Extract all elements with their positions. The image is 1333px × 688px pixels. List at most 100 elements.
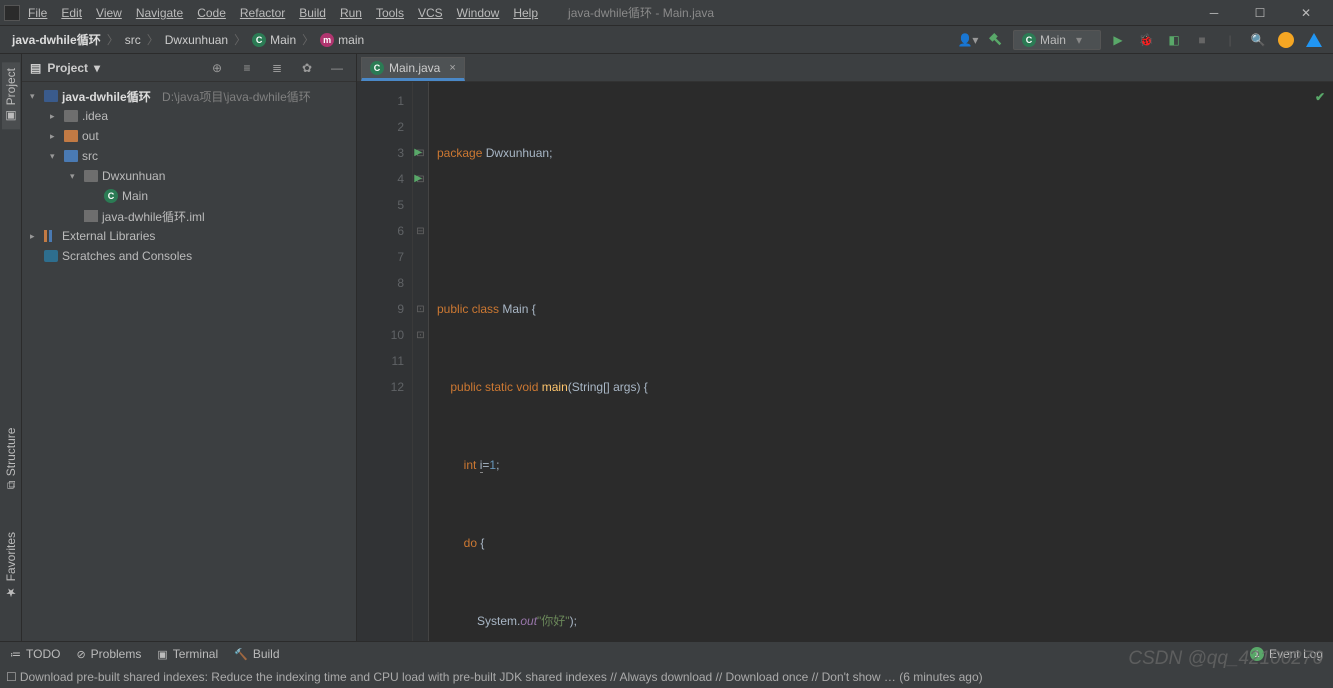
package-icon	[84, 170, 98, 182]
settings-icon[interactable]: ✿	[296, 57, 318, 79]
tree-ext-lib[interactable]: ▸External Libraries	[22, 226, 356, 246]
line-num[interactable]: 10	[361, 322, 404, 348]
sync-icon[interactable]	[1275, 29, 1297, 51]
side-tab-structure[interactable]: ⧉Structure	[2, 422, 20, 495]
run-button[interactable]: ▶	[1107, 29, 1129, 51]
project-panel: ▤ Project ▾ ⊕ ≡ ≣ ✿ — ▾java-dwhile循环 D:\…	[22, 54, 357, 641]
side-tab-project[interactable]: ▣Project	[2, 62, 20, 129]
tree-pkg[interactable]: ▾Dwxunhuan	[22, 166, 356, 186]
line-gutter[interactable]: 1 2 3▶ 4▶ 5 6 7 8 9 10 11 12	[357, 82, 413, 641]
maximize-button[interactable]: ☐	[1237, 0, 1283, 26]
folder-icon	[64, 130, 78, 142]
line-num[interactable]: 1	[361, 88, 404, 114]
add-user-icon[interactable]: 👤▾	[957, 29, 979, 51]
menu-vcs[interactable]: VCS	[418, 6, 443, 20]
tree-src[interactable]: ▾src	[22, 146, 356, 166]
build-icon[interactable]	[985, 29, 1007, 51]
close-button[interactable]: ✕	[1283, 0, 1329, 26]
menu-edit[interactable]: Edit	[61, 6, 82, 20]
project-tree[interactable]: ▾java-dwhile循环 D:\java项目\java-dwhile循环 ▸…	[22, 82, 356, 270]
menu-file[interactable]: File	[28, 6, 47, 20]
source-folder-icon	[64, 150, 78, 162]
main-area: ▣Project ⧉Structure ★Favorites ▤ Project…	[0, 54, 1333, 641]
line-num[interactable]: 6	[361, 218, 404, 244]
editor-area: C Main.java × 1 2 3▶ 4▶ 5 6 7 8 9 10 11 …	[357, 54, 1333, 641]
class-icon: C	[252, 33, 266, 47]
editor-tabbar: C Main.java ×	[357, 54, 1333, 82]
side-tab-favorites[interactable]: ★Favorites	[2, 526, 20, 605]
line-num[interactable]: 5	[361, 192, 404, 218]
event-log[interactable]: 1Event Log	[1250, 647, 1323, 661]
menu-tools[interactable]: Tools	[376, 6, 404, 20]
crumb-pkg[interactable]: Dwxunhuan	[165, 33, 228, 47]
line-num[interactable]: 3▶	[361, 140, 404, 166]
ide-update-icon[interactable]	[1303, 29, 1325, 51]
scratch-icon	[44, 250, 58, 262]
search-icon[interactable]: 🔍	[1247, 29, 1269, 51]
class-icon: C	[104, 189, 118, 203]
tree-out[interactable]: ▸out	[22, 126, 356, 146]
tree-scratch[interactable]: Scratches and Consoles	[22, 246, 356, 266]
crumb-method[interactable]: main	[338, 33, 364, 47]
expand-all-icon[interactable]: ≡	[236, 57, 258, 79]
left-toolwindow-bar: ▣Project ⧉Structure ★Favorites	[0, 54, 22, 641]
status-bar: ☐ Download pre-built shared indexes: Red…	[0, 666, 1333, 688]
tree-iml[interactable]: java-dwhile循环.iml	[22, 206, 356, 226]
line-num[interactable]: 2	[361, 114, 404, 140]
run-config-select[interactable]: CMain▾	[1013, 30, 1101, 50]
code-body[interactable]: package Dwxunhuan; public class Main { p…	[429, 82, 1333, 641]
close-tab-icon[interactable]: ×	[449, 62, 455, 74]
tool-terminal[interactable]: ▣ Terminal	[157, 647, 218, 661]
line-num[interactable]: 7	[361, 244, 404, 270]
select-opened-icon[interactable]: ⊕	[206, 57, 228, 79]
module-icon	[44, 90, 58, 102]
project-panel-title[interactable]: ▤ Project ▾	[30, 61, 100, 75]
menu-refactor[interactable]: Refactor	[240, 6, 285, 20]
tool-build[interactable]: 🔨 Build	[234, 647, 279, 661]
menubar: File Edit View Navigate Code Refactor Bu…	[28, 6, 538, 20]
status-message[interactable]: Download pre-built shared indexes: Reduc…	[20, 670, 1327, 684]
statusbar-icon[interactable]: ☐	[6, 670, 17, 684]
tool-problems[interactable]: ⊘ Problems	[76, 647, 141, 661]
inspection-ok-icon[interactable]: ✔	[1315, 90, 1325, 104]
menu-build[interactable]: Build	[299, 6, 326, 20]
line-num[interactable]: 8	[361, 270, 404, 296]
line-num[interactable]: 11	[361, 348, 404, 374]
line-num[interactable]: 12	[361, 374, 404, 400]
collapse-all-icon[interactable]: ≣	[266, 57, 288, 79]
crumb-project[interactable]: java-dwhile循环	[12, 31, 101, 48]
crumb-src[interactable]: src	[125, 33, 141, 47]
app-icon	[4, 5, 20, 21]
minimize-button[interactable]: ─	[1191, 0, 1237, 26]
menu-help[interactable]: Help	[513, 6, 538, 20]
run-line-icon[interactable]: ▶	[414, 166, 422, 192]
menu-run[interactable]: Run	[340, 6, 362, 20]
titlebar: File Edit View Navigate Code Refactor Bu…	[0, 0, 1333, 26]
hide-panel-icon[interactable]: —	[326, 57, 348, 79]
class-icon: C	[370, 61, 384, 75]
menu-view[interactable]: View	[96, 6, 122, 20]
stop-button[interactable]: ■	[1191, 29, 1213, 51]
tab-label: Main.java	[389, 61, 440, 75]
breadcrumb[interactable]: java-dwhile循环〉 src〉 Dwxunhuan〉 CMain〉 mm…	[8, 31, 368, 48]
run-line-icon[interactable]: ▶	[414, 140, 422, 166]
debug-button[interactable]: 🐞	[1135, 29, 1157, 51]
menu-navigate[interactable]: Navigate	[136, 6, 183, 20]
tree-root[interactable]: ▾java-dwhile循环 D:\java项目\java-dwhile循环	[22, 86, 356, 106]
menu-code[interactable]: Code	[197, 6, 226, 20]
code-area[interactable]: 1 2 3▶ 4▶ 5 6 7 8 9 10 11 12 ⊟⊟ ⊟ ⊡⊡	[357, 82, 1333, 641]
tree-class[interactable]: CMain	[22, 186, 356, 206]
tree-idea[interactable]: ▸.idea	[22, 106, 356, 126]
crumb-class[interactable]: Main	[270, 33, 296, 47]
coverage-button[interactable]: ◧	[1163, 29, 1185, 51]
tool-todo[interactable]: ≔ TODO	[10, 647, 60, 661]
line-num[interactable]: 4▶	[361, 166, 404, 192]
window-controls: ─ ☐ ✕	[1191, 0, 1329, 26]
editor-tab-main[interactable]: C Main.java ×	[361, 57, 465, 81]
line-num[interactable]: 9	[361, 296, 404, 322]
bottom-toolbar: ≔ TODO ⊘ Problems ▣ Terminal 🔨 Build 1Ev…	[0, 642, 1333, 666]
toolbar-right: 👤▾ CMain▾ ▶ 🐞 ◧ ■ | 🔍	[957, 29, 1325, 51]
menu-window[interactable]: Window	[457, 6, 500, 20]
divider: |	[1219, 29, 1241, 51]
window-title: java-dwhile循环 - Main.java	[568, 4, 714, 21]
